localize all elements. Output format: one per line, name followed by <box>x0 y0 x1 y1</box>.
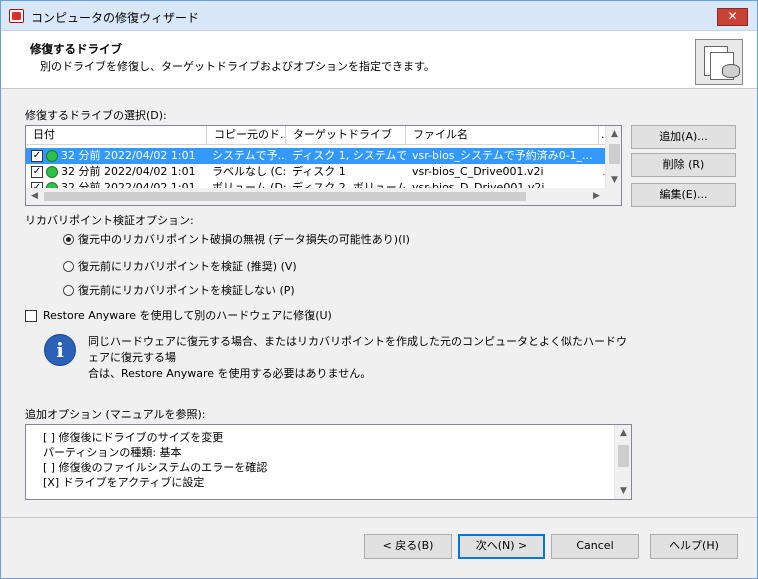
scroll-up-icon[interactable]: ▲ <box>606 126 621 142</box>
row-target: ディスク 1, システムで... <box>292 149 406 162</box>
add-drive-button[interactable]: 追加(A)... <box>631 125 736 149</box>
scroll-left-icon[interactable]: ◀ <box>26 188 43 204</box>
edit-drive-button[interactable]: 編集(E)... <box>631 183 736 207</box>
drive-list[interactable]: 日付 コピー元のド... ターゲットドライブ ファイル名 ... ✓ 32 分前… <box>25 125 622 206</box>
recovery-point-label: リカバリポイント検証オプション: <box>25 214 194 227</box>
cancel-button[interactable]: Cancel <box>551 534 639 559</box>
additional-options-box[interactable]: [ ] 修復後にドライブのサイズを変更 パーティションの種類: 基本 [ ] 修… <box>25 424 632 500</box>
option-line: [ ] 修復後にドライブのサイズを変更 <box>43 431 224 444</box>
option-line: [ ] 修復後のファイルシステムのエラーを確認 <box>43 461 268 474</box>
app-icon <box>9 9 24 23</box>
recovery-wizard-window: コンピュータの修復ウィザード ✕ 修復するドライブ 別のドライブを修復し、ターゲ… <box>0 0 758 579</box>
options-vscrollbar[interactable]: ▲ ▼ <box>614 425 631 499</box>
status-ok-icon <box>46 150 58 162</box>
column-date[interactable]: 日付 <box>26 126 207 145</box>
row-filename: vsr-bios_C_Drive001.v2i <box>412 165 544 178</box>
footer-divider <box>1 517 757 518</box>
restore-anyware-checkbox[interactable] <box>25 310 37 322</box>
title-bar[interactable]: コンピュータの修復ウィザード ✕ <box>1 1 757 31</box>
column-source[interactable]: コピー元のド... <box>207 126 286 145</box>
page-title: 修復するドライブ <box>30 42 122 56</box>
radio-button[interactable] <box>63 261 74 272</box>
additional-options-label: 追加オプション (マニュアルを参照): <box>25 408 206 421</box>
row-checkbox[interactable]: ✓ <box>31 150 43 162</box>
drive-list-vscrollbar[interactable]: ▲ ▼ <box>605 126 621 188</box>
option-line: パーティションの種類: 基本 <box>43 446 182 459</box>
drive-select-label: 修復するドライブの選択(D): <box>25 109 167 122</box>
row-source: システムで予... <box>212 149 286 162</box>
radio-button[interactable] <box>63 285 74 296</box>
page-subtitle: 別のドライブを修復し、ターゲットドライブおよびオプションを指定できます。 <box>40 60 435 73</box>
info-line-1: 同じハードウェアに復元する場合、またはリカバリポイントを作成した元のコンピュータ… <box>88 335 627 364</box>
radio-label: 復元中のリカバリポイント破損の無視 (データ損失の可能性あり)(I) <box>78 233 410 246</box>
scroll-right-icon[interactable]: ▶ <box>588 188 605 204</box>
list-header: 日付 コピー元のド... ターゲットドライブ ファイル名 ... <box>26 126 619 145</box>
column-target[interactable]: ターゲットドライブ <box>286 126 406 145</box>
restore-anyware-label: Restore Anyware を使用して別のハードウェアに修復(U) <box>43 309 332 322</box>
info-icon: i <box>44 334 76 366</box>
row-source: ラベルなし (C:) <box>212 165 286 178</box>
option-line: [X] ドライブをアクティブに設定 <box>43 476 205 489</box>
wizard-header: 修復するドライブ 別のドライブを修復し、ターゲットドライブおよびオプションを指定… <box>1 31 757 89</box>
next-button[interactable]: 次へ(N) > <box>458 534 545 559</box>
disk-icon <box>722 64 740 78</box>
delete-drive-button[interactable]: 削除 (R) <box>631 153 736 177</box>
scroll-up-icon[interactable]: ▲ <box>615 425 631 441</box>
row-checkbox[interactable]: ✓ <box>31 166 43 178</box>
window-title: コンピュータの修復ウィザード <box>31 11 200 25</box>
scroll-down-icon[interactable]: ▼ <box>615 483 631 499</box>
help-button[interactable]: ヘルプ(H) <box>650 534 738 559</box>
restore-anyware-info: 同じハードウェアに復元する場合、またはリカバリポイントを作成した元のコンピュータ… <box>88 334 628 382</box>
scroll-down-icon[interactable]: ▼ <box>606 172 621 188</box>
restore-drive-icon <box>695 39 743 85</box>
vscroll-thumb[interactable] <box>609 144 620 164</box>
drive-row-c[interactable]: ✓ 32 分前 2022/04/02 1:01 ラベルなし (C:) ディスク … <box>26 164 606 180</box>
close-button[interactable]: ✕ <box>717 8 748 26</box>
row-date: 32 分前 2022/04/02 1:01 <box>61 165 196 178</box>
drive-list-hscrollbar[interactable]: ◀ ▶ <box>26 188 621 205</box>
radio-button[interactable] <box>63 234 74 245</box>
row-filename: vsr-bios_システムで予約済み0-1_... <box>412 149 593 162</box>
status-ok-icon <box>46 166 58 178</box>
vscroll-thumb[interactable] <box>618 445 629 467</box>
info-line-2: 合は、Restore Anyware を使用する必要はありません。 <box>88 367 372 380</box>
radio-label: 復元前にリカバリポイントを検証しない (P) <box>78 284 295 297</box>
hscroll-thumb[interactable] <box>44 192 526 201</box>
row-target: ディスク 1 <box>292 165 346 178</box>
back-button[interactable]: < 戻る(B) <box>364 534 452 559</box>
radio-label: 復元前にリカバリポイントを検証 (推奨) (V) <box>78 260 297 273</box>
row-date: 32 分前 2022/04/02 1:01 <box>61 149 196 162</box>
column-filename[interactable]: ファイル名 <box>406 126 599 145</box>
drive-row-system[interactable]: ✓ 32 分前 2022/04/02 1:01 システムで予... ディスク 1… <box>26 148 606 164</box>
